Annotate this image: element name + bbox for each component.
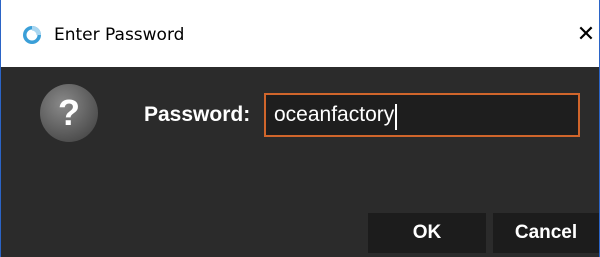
password-input[interactable]: oceanfactory bbox=[264, 93, 580, 137]
title-bar: Enter Password ✕ bbox=[1, 0, 599, 67]
dialog-body: ? Password: oceanfactory OK Cancel bbox=[1, 67, 599, 257]
password-label: Password: bbox=[144, 103, 251, 126]
question-icon: ? bbox=[38, 82, 100, 144]
cancel-button[interactable]: Cancel bbox=[493, 213, 599, 253]
ok-button[interactable]: OK bbox=[368, 213, 486, 253]
close-icon[interactable]: ✕ bbox=[569, 17, 600, 53]
password-input-value: oceanfactory bbox=[274, 103, 395, 126]
window-title: Enter Password bbox=[54, 25, 185, 45]
svg-text:?: ? bbox=[58, 92, 80, 133]
password-dialog-window: Enter Password ✕ ? Password: oceanfactor… bbox=[0, 0, 600, 257]
app-logo-icon bbox=[22, 25, 42, 45]
text-caret bbox=[395, 103, 398, 130]
